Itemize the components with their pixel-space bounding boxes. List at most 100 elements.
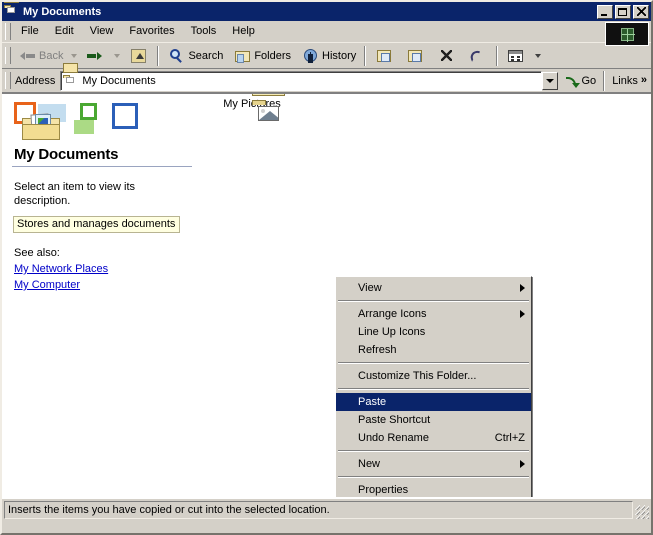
context-menu: View Arrange Icons Line Up Icons Refresh… [335,276,532,497]
address-input[interactable]: My Documents [60,62,542,91]
context-menu-item-label: Paste Shortcut [358,414,431,426]
links-button[interactable]: Links » [608,70,651,92]
link-my-network-places[interactable]: My Network Places [14,263,108,275]
menu-edit[interactable]: Edit [47,23,82,40]
context-menu-item-undo-rename[interactable]: Undo Rename Ctrl+Z [336,429,531,447]
move-to-button[interactable] [369,45,400,67]
search-icon [167,47,187,65]
status-text: Inserts the items you have copied or cut… [4,500,633,519]
addressbar-separator [603,70,606,91]
submenu-arrow-icon [520,460,525,468]
menu-help[interactable]: Help [224,23,263,40]
copy-to-button[interactable] [400,45,431,67]
menu-file[interactable]: File [13,23,47,40]
context-menu-item-label: Refresh [358,344,397,356]
window-title: My Documents [23,5,102,18]
delete-button[interactable] [431,45,462,67]
context-menu-item-label: Paste [358,396,387,408]
arrow-right-icon [85,47,105,65]
context-menu-item-label: Properties [358,484,409,496]
forward-dropdown-chevron-down-icon[interactable] [114,53,121,58]
undo-button[interactable] [462,45,493,67]
maximize-button[interactable] [615,4,631,19]
window-controls [597,4,649,19]
resize-grip-icon[interactable] [635,505,649,519]
submenu-arrow-icon [520,310,525,318]
arrow-left-icon [18,47,38,65]
folders-button-label: Folders [254,49,292,62]
context-menu-item-properties[interactable]: Properties [336,481,531,497]
menu-bar: File Edit View Favorites Tools Help [2,21,651,46]
go-button-label: Go [581,74,597,87]
toolbar-separator [157,45,160,66]
menubar-gripper[interactable] [5,22,11,40]
context-menu-item-arrange-icons[interactable]: Arrange Icons [336,305,531,323]
double-chevron-right-icon: » [640,74,647,86]
context-menu-item-label: New [358,458,381,470]
toolbar-separator [364,45,367,66]
folder-documents-icon [63,62,79,88]
context-menu-item-label: View [358,282,382,294]
back-button[interactable]: Back [13,45,68,67]
history-icon [301,47,321,65]
context-menu-item-new[interactable]: New [336,455,531,473]
context-menu-item-label: Undo Rename [358,432,429,444]
context-menu-item-customize-this-folder[interactable]: Customize This Folder... [336,367,531,385]
toolbar-separator [496,45,499,66]
folder-up-icon [128,47,148,65]
history-button[interactable]: History [296,45,361,67]
context-menu-item-paste[interactable]: Paste [336,393,531,411]
tooltip-content: Stores and manages documents [13,216,181,233]
links-button-label: Links [612,74,638,87]
up-button[interactable] [123,45,154,67]
link-my-computer[interactable]: My Computer [14,279,80,291]
minimize-button[interactable] [597,4,613,19]
addressbar-gripper[interactable] [5,72,11,89]
context-menu-item-label: Line Up Icons [358,326,426,338]
forward-button[interactable] [80,45,111,67]
toolbar-gripper[interactable] [5,47,11,64]
address-label: Address [15,74,56,87]
folders-icon [233,47,253,65]
windows-flag-icon [605,22,649,46]
explorer-client-area: My Documents Select an item to view its … [2,93,651,498]
search-button[interactable]: Search [162,45,228,67]
address-dropdown-chevron-down-icon[interactable] [541,71,558,90]
folder-documents-icon [4,2,20,20]
context-menu-item-label: Customize This Folder... [358,370,477,382]
context-menu-item-view[interactable]: View [336,279,531,297]
delete-icon [436,47,456,65]
context-menu-separator [338,388,529,390]
list-item[interactable]: My Pictures [214,94,290,121]
views-button[interactable] [501,45,532,67]
context-menu-item-label: Arrange Icons [358,308,427,320]
my-documents-banner-icon [12,100,196,145]
menu-tools[interactable]: Tools [183,23,225,40]
info-pane: My Documents Select an item to view its … [2,94,202,497]
context-menu-item-paste-shortcut[interactable]: Paste Shortcut [336,411,531,429]
history-button-label: History [322,49,357,62]
submenu-arrow-icon [520,284,525,292]
go-button[interactable]: Go [560,70,601,92]
views-dropdown-chevron-down-icon[interactable] [535,53,542,58]
context-menu-item-line-up-icons[interactable]: Line Up Icons [336,323,531,341]
copy-to-icon [405,47,425,65]
context-menu-item-refresh[interactable]: Refresh [336,341,531,359]
move-to-icon [374,47,394,65]
search-button-label: Search [188,49,224,62]
title-bar: My Documents [2,2,651,21]
pane-divider [12,166,192,168]
page-title: My Documents [14,146,119,163]
context-menu-separator [338,476,529,478]
explorer-window: My Documents File Edit View Favorites To… [0,0,653,535]
context-menu-separator [338,300,529,302]
menu-view[interactable]: View [82,23,122,40]
back-dropdown-chevron-down-icon[interactable] [71,53,78,58]
folders-button[interactable]: Folders [228,45,296,67]
close-button[interactable] [633,4,649,19]
back-button-label: Back [39,49,64,62]
standard-toolbar: Back Search Folders History [2,42,651,69]
address-value: My Documents [82,74,156,87]
address-bar: Address My Documents Go Links » [2,62,651,93]
menu-favorites[interactable]: Favorites [121,23,182,40]
